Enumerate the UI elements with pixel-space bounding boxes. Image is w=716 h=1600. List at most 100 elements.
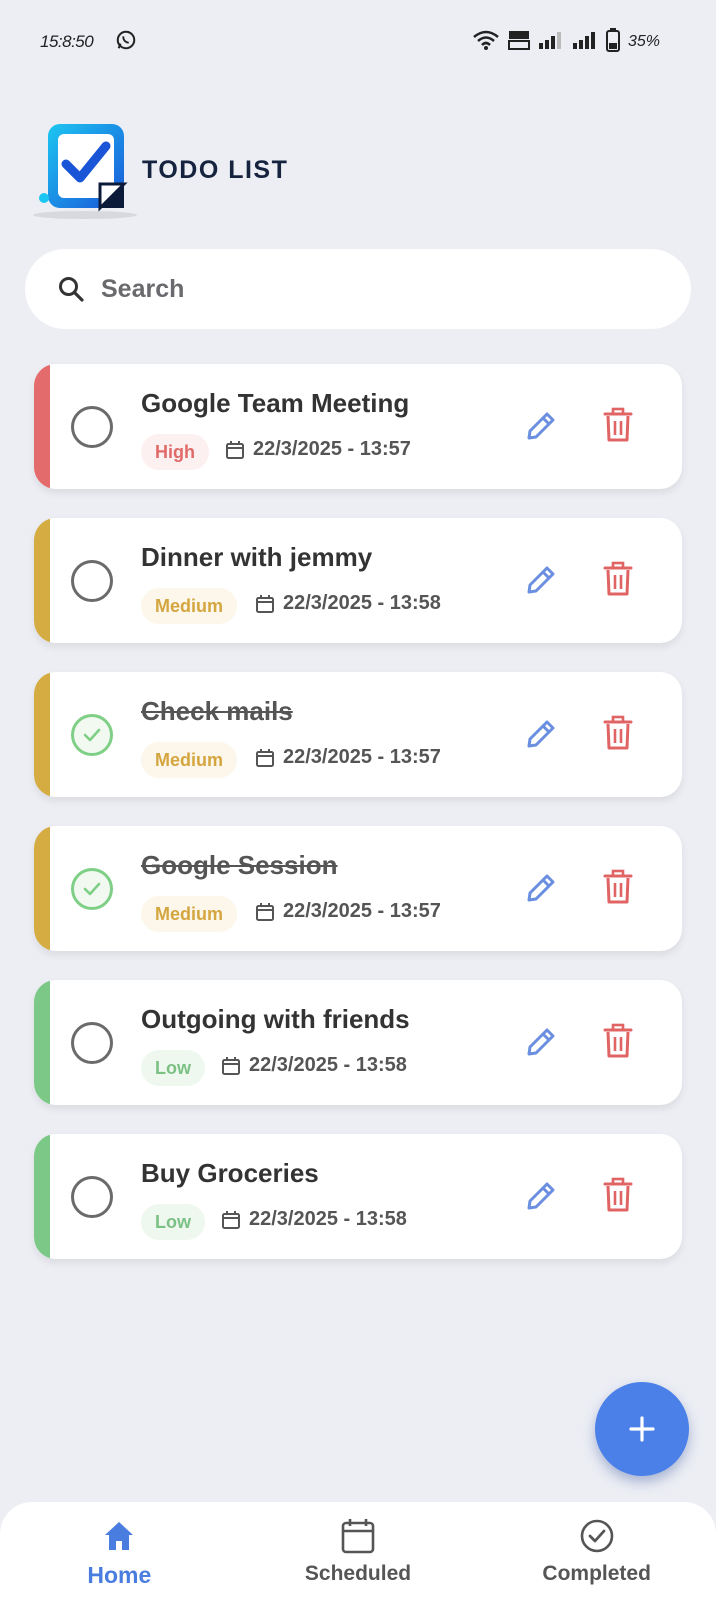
task-card[interactable]: Google Session Medium 22/3/2025 - 13:57 [34, 826, 682, 951]
task-date-text: 22/3/2025 - 13:57 [283, 746, 441, 768]
pencil-icon [527, 566, 555, 594]
task-card[interactable]: Outgoing with friends Low 22/3/2025 - 13… [34, 980, 682, 1105]
task-list: Google Team Meeting High 22/3/2025 - 13:… [34, 364, 682, 1288]
task-date: 22/3/2025 - 13:57 [225, 438, 411, 461]
battery-percent: 35% [627, 33, 660, 50]
check-icon [83, 728, 101, 742]
nav-completed-label: Completed [542, 1562, 651, 1585]
delete-button[interactable] [601, 869, 635, 905]
delete-button[interactable] [601, 715, 635, 751]
task-card[interactable]: Google Team Meeting High 22/3/2025 - 13:… [34, 364, 682, 489]
plus-icon [629, 1416, 655, 1442]
task-checkbox[interactable] [71, 1022, 113, 1064]
status-left: 15:8:50 [40, 29, 137, 56]
checklist-logo-icon [30, 120, 140, 220]
priority-badge: Medium [141, 742, 238, 778]
edit-button[interactable] [523, 1024, 559, 1060]
check-icon [83, 882, 101, 896]
whatsapp-icon [115, 29, 137, 56]
home-icon [105, 1522, 134, 1550]
search-icon [57, 275, 85, 303]
pencil-icon [527, 874, 555, 902]
edit-button[interactable] [523, 716, 559, 752]
edit-button[interactable] [523, 1178, 559, 1214]
trash-icon [603, 1177, 633, 1212]
add-task-button[interactable] [595, 1382, 689, 1476]
task-title: Outgoing with friends [141, 1004, 410, 1034]
priority-stripe [34, 1134, 50, 1259]
search-bar[interactable] [25, 249, 691, 329]
bottom-nav: Home Scheduled Completed [0, 1502, 716, 1600]
priority-badge: Low [141, 1204, 205, 1240]
nav-home[interactable]: Home [0, 1502, 239, 1600]
task-date-text: 22/3/2025 - 13:57 [283, 900, 441, 922]
search-input[interactable] [101, 274, 621, 304]
task-title: Google Team Meeting [141, 388, 410, 418]
calendar-icon [341, 1519, 375, 1554]
trash-icon [603, 869, 633, 904]
task-date-text: 22/3/2025 - 13:58 [249, 1054, 407, 1076]
task-date-text: 22/3/2025 - 13:58 [283, 592, 441, 614]
edit-button[interactable] [523, 870, 559, 906]
pencil-icon [527, 412, 555, 440]
delete-button[interactable] [601, 561, 635, 597]
calendar-icon [256, 902, 274, 921]
pencil-icon [527, 1182, 555, 1210]
task-date-text: 22/3/2025 - 13:57 [253, 438, 411, 460]
task-date: 22/3/2025 - 13:57 [255, 746, 441, 769]
calendar-icon [226, 440, 244, 459]
volte-icon [507, 29, 530, 56]
trash-icon [603, 561, 633, 596]
calendar-icon [256, 594, 274, 613]
delete-button[interactable] [601, 407, 635, 443]
signal-icon [572, 30, 598, 55]
task-checkbox[interactable] [71, 560, 113, 602]
task-card[interactable]: Buy Groceries Low 22/3/2025 - 13:58 [34, 1134, 682, 1259]
priority-badge: Medium [141, 896, 238, 932]
nav-scheduled[interactable]: Scheduled [239, 1502, 478, 1600]
task-title: Dinner with jemmy [141, 542, 373, 572]
app-title: TODO LIST [142, 155, 289, 184]
edit-button[interactable] [523, 562, 559, 598]
edit-button[interactable] [523, 408, 559, 444]
task-checkbox[interactable] [71, 868, 113, 910]
status-bar: 15:8:50 35% [0, 0, 716, 84]
delete-button[interactable] [601, 1023, 635, 1059]
check-circle-icon [580, 1519, 613, 1553]
task-title: Google Session [141, 850, 338, 880]
trash-icon [603, 1023, 633, 1058]
calendar-icon [256, 748, 274, 767]
task-date: 22/3/2025 - 13:57 [255, 900, 441, 923]
priority-stripe [34, 980, 50, 1105]
priority-stripe [34, 826, 50, 951]
task-checkbox[interactable] [71, 406, 113, 448]
task-date: 22/3/2025 - 13:58 [221, 1054, 407, 1077]
task-title: Check mails [141, 696, 293, 726]
status-time: 15:8:50 [40, 32, 94, 51]
wifi-icon [472, 29, 500, 56]
priority-stripe [34, 364, 50, 489]
nav-completed[interactable]: Completed [477, 1502, 716, 1600]
task-card[interactable]: Check mails Medium 22/3/2025 - 13:57 [34, 672, 682, 797]
battery-icon [605, 27, 620, 57]
task-checkbox[interactable] [71, 1176, 113, 1218]
priority-badge: Low [141, 1050, 205, 1086]
trash-icon [603, 407, 633, 442]
delete-button[interactable] [601, 1177, 635, 1213]
task-checkbox[interactable] [71, 714, 113, 756]
trash-icon [603, 715, 633, 750]
task-title: Buy Groceries [141, 1158, 319, 1188]
calendar-icon [222, 1210, 240, 1229]
status-right: 35% [472, 27, 660, 57]
signal-icon [538, 30, 564, 55]
pencil-icon [527, 1028, 555, 1056]
task-date: 22/3/2025 - 13:58 [221, 1208, 407, 1231]
pencil-icon [527, 720, 555, 748]
nav-scheduled-label: Scheduled [304, 1562, 412, 1585]
app-logo: TODO LIST [30, 120, 290, 220]
task-date-text: 22/3/2025 - 13:58 [249, 1208, 407, 1230]
task-card[interactable]: Dinner with jemmy Medium 22/3/2025 - 13:… [34, 518, 682, 643]
calendar-icon [222, 1056, 240, 1075]
priority-badge: Medium [141, 588, 238, 624]
priority-stripe [34, 518, 50, 643]
